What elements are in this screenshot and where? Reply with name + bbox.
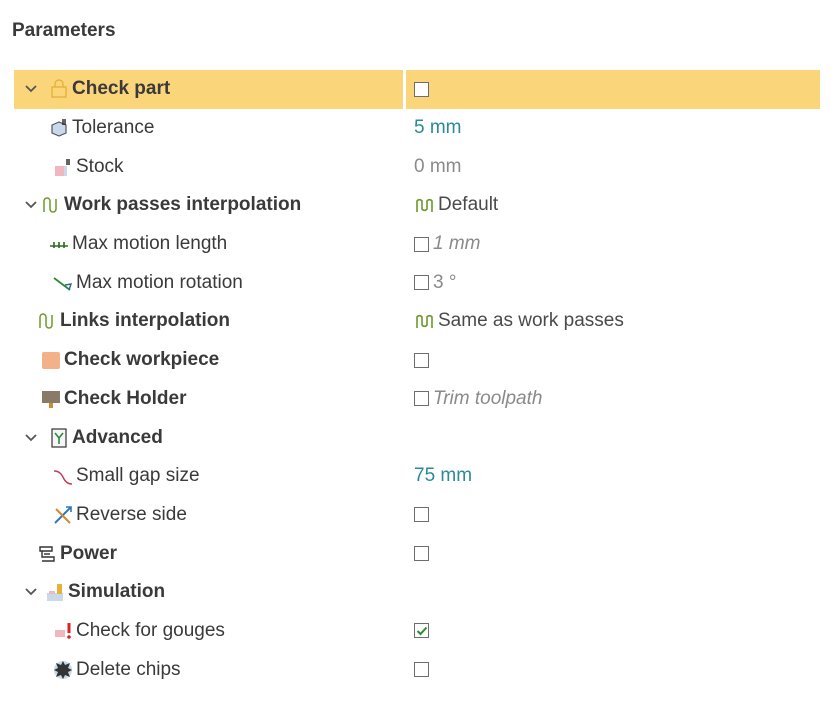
- row-label: Stock: [76, 155, 124, 177]
- row-reverse-side[interactable]: Reverse side: [14, 496, 820, 535]
- max-motion-rotation-value[interactable]: 3 °: [433, 272, 456, 294]
- reverse-side-checkbox[interactable]: [414, 507, 429, 523]
- chevron-down-icon[interactable]: [24, 186, 38, 225]
- parameters-grid: Check part Tolerance 5 mm Stock 0 mm Wor…: [14, 70, 820, 689]
- row-work-passes-interpolation[interactable]: Work passes interpolation Default: [14, 186, 820, 225]
- row-check-holder[interactable]: Check Holder Trim toolpath: [14, 380, 820, 419]
- interpolation-icon: [414, 194, 436, 216]
- links-interpolation-value[interactable]: Same as work passes: [438, 310, 624, 332]
- row-check-part[interactable]: Check part: [14, 70, 820, 109]
- interpolation-icon: [414, 310, 436, 332]
- row-label: Check workpiece: [64, 349, 220, 371]
- check-holder-value[interactable]: Trim toolpath: [433, 388, 542, 410]
- small-gap-size-value[interactable]: 75 mm: [414, 465, 472, 487]
- max-motion-rotation-checkbox[interactable]: [414, 275, 429, 291]
- row-label: Links interpolation: [60, 310, 230, 332]
- stock-value[interactable]: 0 mm: [414, 156, 462, 178]
- row-label: Delete chips: [76, 658, 181, 680]
- row-label: Tolerance: [72, 117, 155, 139]
- chevron-down-icon[interactable]: [24, 418, 38, 457]
- check-part-checkbox[interactable]: [414, 81, 429, 97]
- row-power[interactable]: Power: [14, 534, 820, 573]
- max-motion-length-value[interactable]: 1 mm: [433, 233, 481, 255]
- check-workpiece-checkbox[interactable]: [414, 352, 429, 368]
- column-separator: [403, 70, 406, 109]
- gap-curve-icon: [52, 465, 74, 487]
- panel-title: Parameters: [12, 20, 116, 41]
- chevron-down-icon[interactable]: [24, 573, 38, 612]
- gouge-icon: [52, 620, 74, 642]
- chip-icon: [52, 659, 74, 681]
- reverse-side-icon: [52, 504, 74, 526]
- row-tolerance[interactable]: Tolerance 5 mm: [14, 109, 820, 148]
- links-interpolation-icon: [36, 310, 58, 332]
- row-max-motion-length[interactable]: Max motion length 1 mm: [14, 225, 820, 264]
- row-label: Power: [60, 542, 118, 564]
- row-label: Advanced: [72, 426, 163, 448]
- interpolation-value[interactable]: Default: [438, 194, 498, 216]
- row-max-motion-rotation[interactable]: Max motion rotation 3 °: [14, 263, 820, 302]
- row-stock[interactable]: Stock 0 mm: [14, 147, 820, 186]
- row-label: Simulation: [68, 581, 166, 603]
- lock-icon: [48, 78, 70, 100]
- holder-icon: [40, 388, 62, 410]
- max-motion-length-checkbox[interactable]: [414, 236, 429, 252]
- stock-icon: [52, 156, 74, 178]
- row-delete-chips[interactable]: Delete chips: [14, 650, 820, 689]
- row-label: Check part: [72, 78, 171, 100]
- row-label: Work passes interpolation: [64, 194, 302, 216]
- interpolation-icon: [40, 194, 62, 216]
- check-holder-checkbox[interactable]: [414, 391, 429, 407]
- row-label: Check Holder: [64, 387, 187, 409]
- row-check-workpiece[interactable]: Check workpiece: [14, 341, 820, 380]
- row-label: Reverse side: [76, 503, 187, 525]
- power-icon: [36, 543, 58, 565]
- row-label: Check for gouges: [76, 619, 225, 641]
- row-advanced[interactable]: Advanced: [14, 418, 820, 457]
- tolerance-value[interactable]: 5 mm: [414, 117, 462, 139]
- row-label: Max motion length: [72, 233, 228, 255]
- advanced-icon: [48, 427, 70, 449]
- row-small-gap-size[interactable]: Small gap size 75 mm: [14, 457, 820, 496]
- max-length-icon: [48, 233, 70, 255]
- delete-chips-checkbox[interactable]: [414, 662, 429, 678]
- tolerance-cube-icon: [48, 117, 70, 139]
- row-simulation[interactable]: Simulation: [14, 573, 820, 612]
- row-links-interpolation[interactable]: Links interpolation Same as work passes: [14, 302, 820, 341]
- row-label: Small gap size: [76, 465, 200, 487]
- workpiece-icon: [40, 349, 62, 371]
- power-checkbox[interactable]: [414, 546, 429, 562]
- check-for-gouges-checkbox[interactable]: [414, 623, 429, 639]
- row-check-for-gouges[interactable]: Check for gouges: [14, 612, 820, 651]
- chevron-down-icon[interactable]: [24, 70, 38, 109]
- row-label: Max motion rotation: [76, 271, 243, 293]
- simulation-icon: [44, 581, 66, 603]
- rotation-icon: [52, 272, 74, 294]
